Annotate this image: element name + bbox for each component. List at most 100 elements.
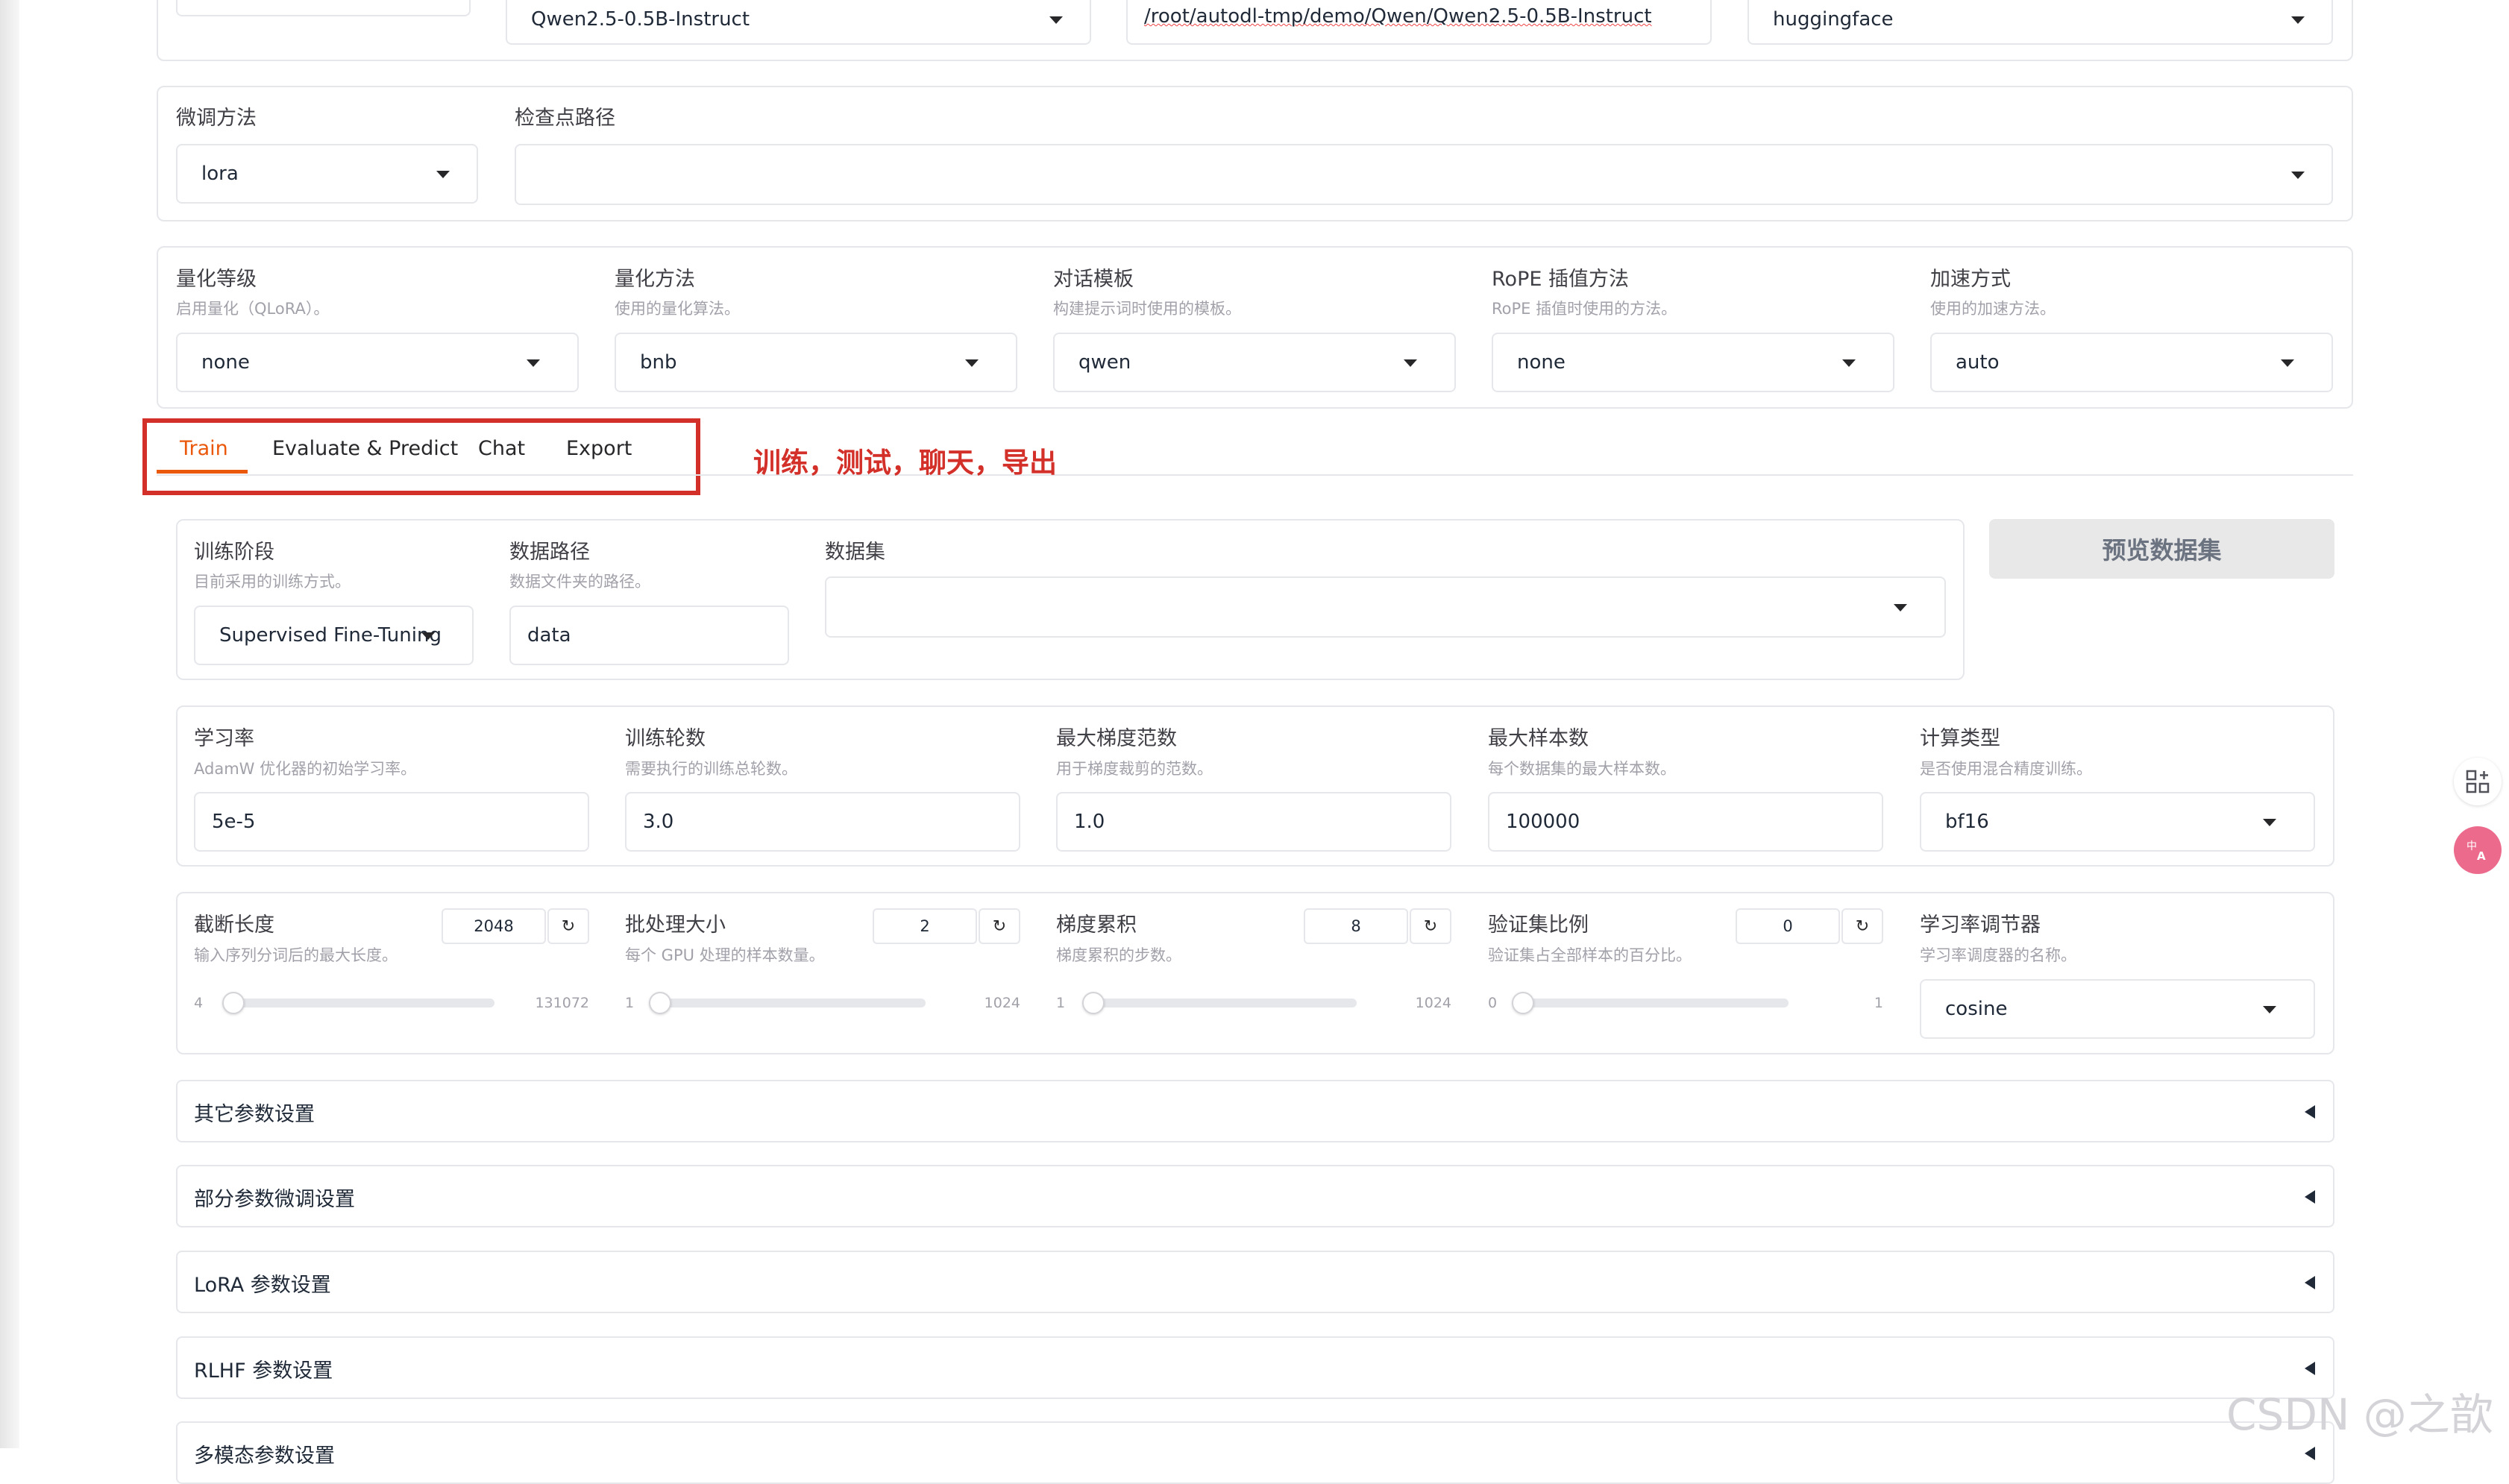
tab-export[interactable]: Export bbox=[566, 437, 632, 460]
slider-track[interactable] bbox=[1516, 999, 1789, 1007]
hub-value: huggingface bbox=[1773, 8, 1894, 31]
hyperparam-label: 训练轮数 bbox=[625, 727, 706, 750]
quant-field-select[interactable]: bnb bbox=[615, 333, 1017, 392]
hyperparam-input[interactable]: 100000 bbox=[1488, 792, 1883, 852]
quant-field-label: 量化等级 bbox=[176, 268, 257, 291]
quant-field-select[interactable]: none bbox=[176, 333, 579, 392]
watermark: CSDN @之歆 bbox=[2226, 1389, 2493, 1440]
dataset-dir-label: 数据路径 bbox=[509, 541, 590, 564]
slider-thumb[interactable] bbox=[1512, 992, 1534, 1014]
slider-min: 4 bbox=[194, 995, 204, 1011]
scheduler-label: 学习率调节器 bbox=[1920, 914, 2041, 937]
hub-select[interactable]: huggingface bbox=[1747, 0, 2333, 45]
quant-field-info: 使用的量化算法。 bbox=[615, 300, 740, 318]
accordion-title: 其它参数设置 bbox=[194, 1103, 315, 1126]
slider-number-input[interactable]: 8 bbox=[1304, 908, 1408, 944]
quant-field-value: none bbox=[1517, 351, 1566, 374]
chevron-down-icon bbox=[527, 359, 540, 367]
reset-button[interactable]: ↻ bbox=[547, 908, 589, 944]
slider-min: 0 bbox=[1488, 995, 1498, 1011]
model-path-input[interactable]: /root/autodl-tmp/demo/Qwen/Qwen2.5-0.5B-… bbox=[1126, 0, 1712, 45]
train-stage-info: 目前采用的训练方式。 bbox=[194, 573, 351, 591]
slider-track[interactable] bbox=[222, 999, 494, 1007]
hyperparam-input[interactable]: 1.0 bbox=[1056, 792, 1451, 852]
hyperparam-value: 3.0 bbox=[643, 811, 674, 833]
slider-number-input[interactable]: 0 bbox=[1736, 908, 1840, 944]
reset-button[interactable]: ↻ bbox=[1410, 908, 1451, 944]
slider-info: 输入序列分词后的最大长度。 bbox=[194, 946, 398, 964]
hyperparam-label: 学习率 bbox=[194, 727, 254, 750]
chevron-down-icon bbox=[2281, 359, 2294, 367]
annotation-text: 训练，测试，聊天，导出 bbox=[753, 447, 1057, 479]
quant-field-select[interactable]: none bbox=[1492, 333, 1894, 392]
reset-button[interactable]: ↻ bbox=[1841, 908, 1883, 944]
slider-max: 1024 bbox=[1415, 995, 1451, 1011]
tab-train[interactable]: Train bbox=[180, 437, 228, 460]
accordion-title: 部分参数微调设置 bbox=[194, 1188, 355, 1211]
reset-icon: ↻ bbox=[561, 917, 576, 936]
accordion[interactable]: LoRA 参数设置 bbox=[176, 1251, 2334, 1313]
slider-info: 验证集占全部样本的百分比。 bbox=[1488, 946, 1692, 964]
caret-left-icon bbox=[2305, 1362, 2315, 1375]
hyperparam-input[interactable]: 5e-5 bbox=[194, 792, 589, 852]
scheduler-select[interactable]: cosine bbox=[1920, 979, 2315, 1039]
slider-thumb[interactable] bbox=[1081, 992, 1105, 1014]
chevron-down-icon bbox=[2263, 819, 2276, 826]
compute-type-select[interactable]: bf16 bbox=[1920, 792, 2315, 852]
hyperparam-value: bf16 bbox=[1945, 811, 1989, 833]
model-name-select[interactable]: Qwen2.5-0.5B-Instruct bbox=[506, 0, 1091, 45]
dataset-select[interactable] bbox=[825, 576, 1946, 638]
finetune-method-select[interactable]: lora bbox=[176, 144, 478, 204]
train-stage-select[interactable]: Supervised Fine-Tuning bbox=[194, 606, 474, 665]
hyperparam-value: 1.0 bbox=[1074, 811, 1105, 833]
slider-track[interactable] bbox=[653, 999, 926, 1007]
quant-field-select[interactable]: qwen bbox=[1053, 333, 1456, 392]
dataset-dir-input[interactable]: data bbox=[509, 606, 789, 665]
quant-field-info: 构建提示词时使用的模板。 bbox=[1053, 300, 1241, 318]
chevron-down-icon bbox=[1404, 359, 1417, 367]
apps-icon[interactable] bbox=[2454, 758, 2502, 805]
slider-thumb[interactable] bbox=[222, 992, 245, 1014]
quant-field-info: RoPE 插值时使用的方法。 bbox=[1492, 300, 1677, 318]
hyperparam-input[interactable]: 3.0 bbox=[625, 792, 1020, 852]
checkpoint-path-label: 检查点路径 bbox=[515, 107, 615, 130]
chevron-down-icon bbox=[421, 632, 435, 640]
quant-field-label: 加速方式 bbox=[1930, 268, 2011, 291]
hyperparam-info: AdamW 优化器的初始学习率。 bbox=[194, 760, 417, 778]
slider-min: 1 bbox=[1056, 995, 1066, 1011]
checkpoint-path-select[interactable] bbox=[515, 144, 2333, 205]
accordion[interactable]: 多模态参数设置 bbox=[176, 1421, 2334, 1484]
hyperparam-label: 最大梯度范数 bbox=[1056, 727, 1177, 750]
hyperparam-label: 最大样本数 bbox=[1488, 727, 1589, 750]
finetune-method-label: 微调方法 bbox=[176, 107, 257, 130]
browser-edge bbox=[0, 0, 19, 1448]
tab-chat[interactable]: Chat bbox=[478, 437, 525, 460]
tab-evaluate-predict[interactable]: Evaluate & Predict bbox=[272, 437, 458, 460]
slider-info: 每个 GPU 处理的样本数量。 bbox=[625, 946, 825, 964]
quant-field-info: 启用量化（QLoRA）。 bbox=[176, 300, 330, 318]
slider-label: 截断长度 bbox=[194, 914, 274, 937]
slider-number-input[interactable]: 2 bbox=[873, 908, 977, 944]
scheduler-info: 学习率调度器的名称。 bbox=[1920, 946, 2076, 964]
accordion[interactable]: RLHF 参数设置 bbox=[176, 1336, 2334, 1399]
hyperparam-info: 每个数据集的最大样本数。 bbox=[1488, 760, 1676, 778]
caret-left-icon bbox=[2305, 1105, 2315, 1119]
hyperparam-label: 计算类型 bbox=[1920, 727, 2000, 750]
slider-max: 1024 bbox=[984, 995, 1020, 1011]
preview-dataset-button[interactable]: 预览数据集 bbox=[1989, 519, 2334, 579]
chevron-down-icon bbox=[1049, 16, 1063, 24]
slider-track[interactable] bbox=[1084, 999, 1357, 1007]
accordion[interactable]: 部分参数微调设置 bbox=[176, 1165, 2334, 1227]
language-select[interactable] bbox=[176, 0, 471, 16]
hyperparam-value: 100000 bbox=[1506, 811, 1580, 833]
quant-field-info: 使用的加速方法。 bbox=[1930, 300, 2056, 318]
quant-field-value: bnb bbox=[640, 351, 677, 374]
slider-number-input[interactable]: 2048 bbox=[442, 908, 546, 944]
quant-field-select[interactable]: auto bbox=[1930, 333, 2333, 392]
hyperparam-info: 用于梯度裁剪的范数。 bbox=[1056, 760, 1213, 778]
translate-icon[interactable]: 中 A bbox=[2454, 826, 2502, 874]
accordion[interactable]: 其它参数设置 bbox=[176, 1080, 2334, 1142]
slider-label: 批处理大小 bbox=[625, 914, 726, 937]
dataset-dir-info: 数据文件夹的路径。 bbox=[509, 573, 650, 591]
reset-button[interactable]: ↻ bbox=[979, 908, 1020, 944]
